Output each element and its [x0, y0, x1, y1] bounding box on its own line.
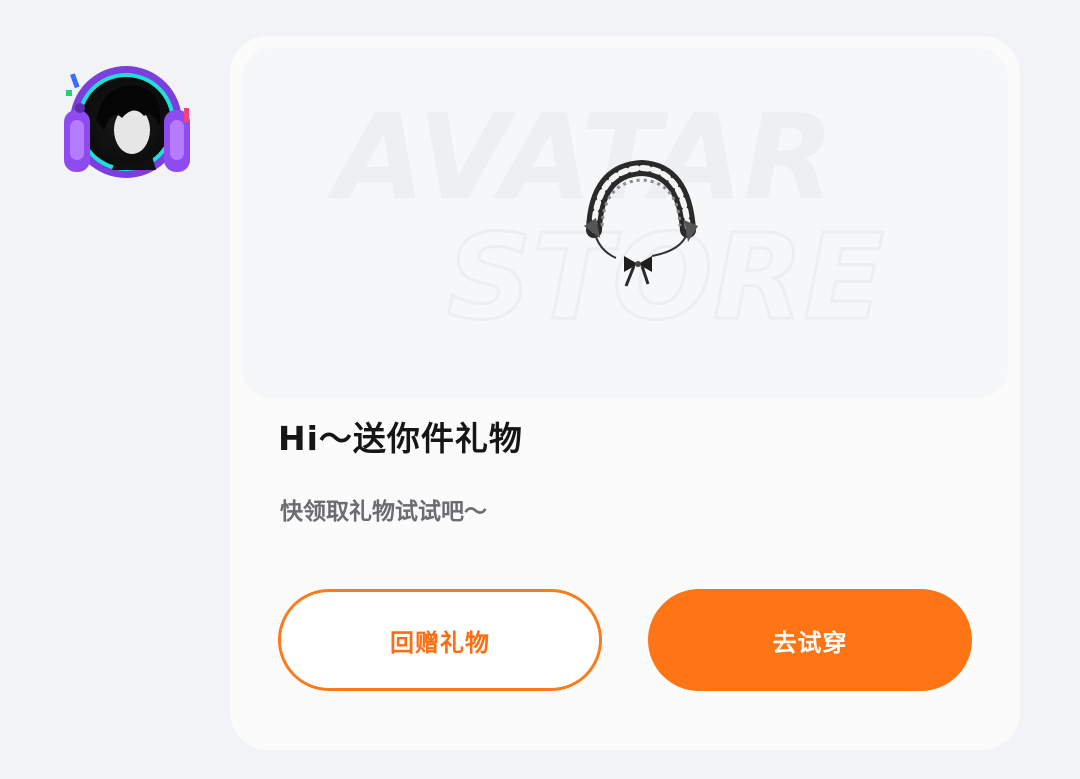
gift-card: AVATAR STORE Hi～送你件礼物 快领取礼物试试吧～ 回赠礼物 去试穿 — [230, 36, 1020, 750]
sender-avatar[interactable] — [56, 60, 198, 186]
gift-subtitle: 快领取礼物试试吧～ — [280, 499, 487, 525]
gift-banner: AVATAR STORE — [242, 48, 1008, 398]
maid-headband-icon — [584, 160, 698, 287]
gifted-item[interactable] — [580, 160, 700, 290]
gift-title: Hi～送你件礼物 — [278, 419, 523, 458]
headphone-avatar-icon — [64, 66, 190, 178]
gift-message-screen: AVATAR STORE Hi～送你件礼物 快领取礼物试试吧～ 回赠礼物 去试穿 — [0, 0, 1080, 779]
try-on-button[interactable]: 去试穿 — [648, 589, 972, 691]
gift-back-button[interactable]: 回赠礼物 — [278, 589, 602, 691]
